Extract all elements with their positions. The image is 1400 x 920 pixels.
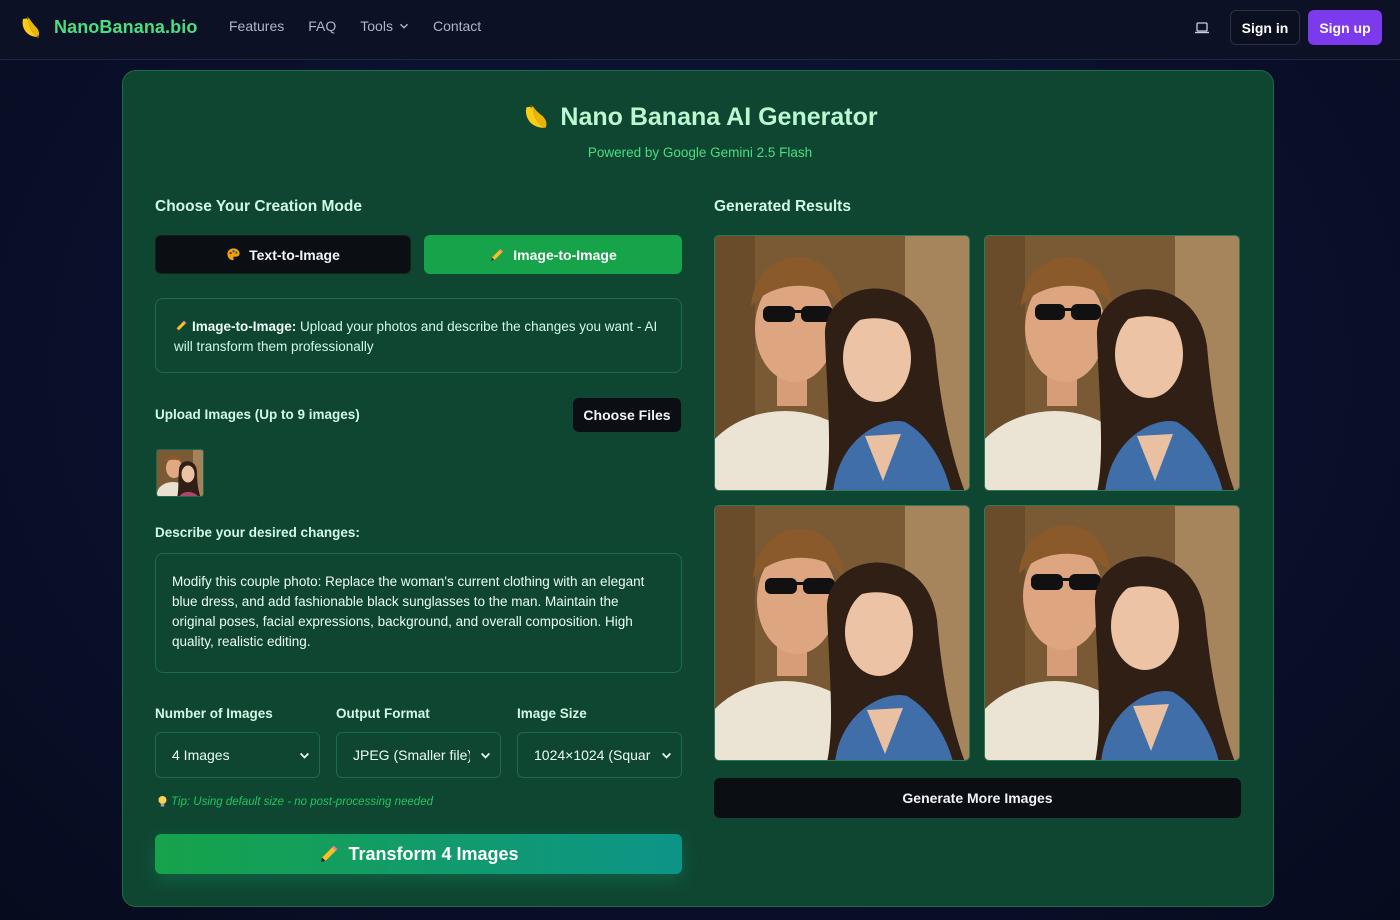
output-format-value: JPEG (Smaller file) [353, 747, 470, 763]
mode-heading: Choose Your Creation Mode [155, 198, 362, 215]
theme-toggle-button[interactable] [1188, 16, 1216, 40]
palette-icon [227, 248, 240, 261]
couple-photo [715, 506, 969, 760]
generated-image-1[interactable] [714, 235, 970, 491]
describe-label: Describe your desired changes: [155, 525, 360, 540]
transform-images-label: Transform 4 Images [348, 843, 519, 864]
output-format-select[interactable]: JPEG (Smaller file) [336, 732, 501, 778]
nav-links: Features FAQ Tools Contact [229, 18, 505, 34]
page-title: Nano Banana AI Generator [560, 102, 878, 131]
laptop-icon [1195, 22, 1209, 34]
mode-info-title: Image-to-Image: [192, 319, 297, 334]
couple-photo [715, 236, 969, 490]
results-heading: Generated Results [714, 198, 851, 215]
generate-more-button[interactable]: Generate More Images [714, 778, 1241, 818]
chevron-down-icon [470, 733, 500, 777]
chevron-down-icon [399, 23, 408, 29]
sign-in-button[interactable]: Sign in [1230, 10, 1300, 45]
text-to-image-label: Text-to-Image [249, 246, 340, 263]
brand[interactable]: NanoBanana.bio [18, 13, 197, 41]
choose-files-button[interactable]: Choose Files [573, 398, 681, 432]
tip-label: Tip: Using default size - no post-proces… [171, 795, 433, 808]
generated-image-4[interactable] [984, 505, 1240, 761]
generated-image-2[interactable] [984, 235, 1240, 491]
pencil-icon [491, 248, 504, 261]
number-of-images-select[interactable]: 4 Images [155, 732, 320, 778]
generated-image-3[interactable] [714, 505, 970, 761]
image-to-image-label: Image-to-Image [513, 246, 617, 263]
tip-text: Tip: Using default size - no post-proces… [157, 795, 433, 808]
page-title-row: Nano Banana AI Generator [0, 102, 1400, 132]
mode-info-box: Image-to-Image: Upload your photos and d… [155, 298, 682, 373]
nav-link-tools[interactable]: Tools [360, 18, 409, 34]
brand-name: NanoBanana.bio [54, 16, 198, 37]
nav-link-features[interactable]: Features [229, 18, 284, 34]
image-size-select[interactable]: 1024×1024 (Square) [517, 732, 682, 778]
chevron-down-icon [289, 733, 319, 777]
couple-photo [985, 236, 1239, 490]
banana-icon [526, 104, 547, 128]
prompt-textarea[interactable]: Modify this couple photo: Replace the wo… [155, 553, 682, 673]
number-of-images-value: 4 Images [172, 747, 230, 763]
nav-link-contact[interactable]: Contact [433, 18, 481, 34]
nav-link-faq[interactable]: FAQ [308, 18, 336, 34]
transform-images-button[interactable]: Transform 4 Images [155, 834, 682, 874]
image-to-image-button[interactable]: Image-to-Image [424, 235, 682, 274]
sign-up-button[interactable]: Sign up [1308, 10, 1382, 45]
top-navbar: NanoBanana.bio Features FAQ Tools Contac… [0, 0, 1400, 60]
pencil-icon [321, 845, 338, 863]
page-subtitle: Powered by Google Gemini 2.5 Flash [587, 145, 813, 160]
couple-photo [985, 506, 1239, 760]
output-format-label: Output Format [336, 706, 430, 721]
banana-logo-icon [22, 16, 40, 39]
lightbulb-icon [158, 796, 167, 807]
text-to-image-button[interactable]: Text-to-Image [155, 235, 411, 274]
nav-link-tools-label: Tools [360, 18, 393, 34]
couple-photo-thumbnail [157, 450, 203, 496]
image-size-value: 1024×1024 (Square) [534, 747, 651, 763]
upload-label: Upload Images (Up to 9 images) [155, 407, 360, 422]
pencil-icon [175, 320, 187, 332]
number-of-images-label: Number of Images [155, 706, 273, 721]
uploaded-image-thumbnail[interactable] [156, 449, 204, 497]
image-size-label: Image Size [517, 706, 587, 721]
chevron-down-icon [651, 733, 681, 777]
